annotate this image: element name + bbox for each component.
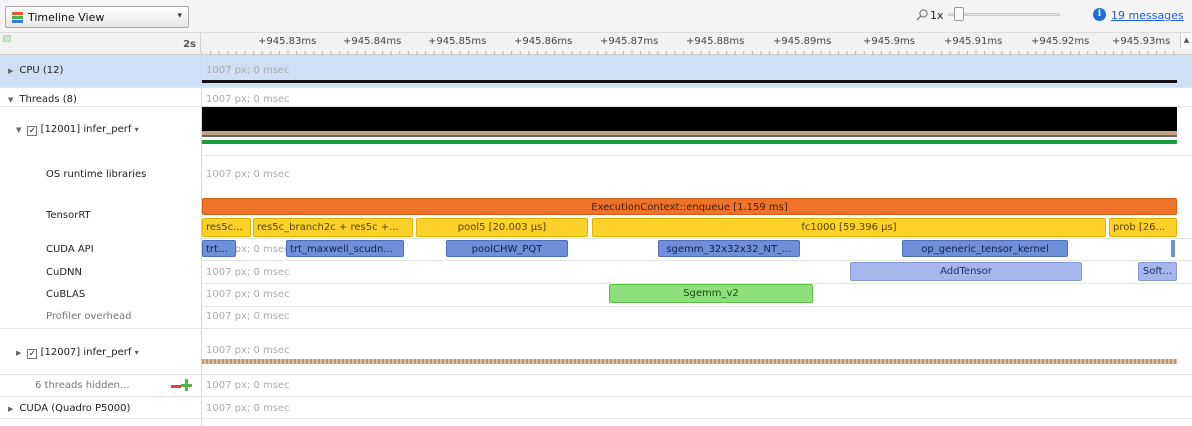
ruler-tick-label: +945.85ms	[428, 36, 487, 47]
ruler-tick-label: +945.92ms	[1031, 36, 1090, 47]
toolbar: Timeline View ▾ 1x i 19 messages	[0, 0, 1192, 33]
ruler-tick-label: +945.88ms	[686, 36, 745, 47]
tensorrt-layer-bar[interactable]: pool5 [20.003 µs]	[416, 218, 588, 237]
ruler-tick-label: +945.9ms	[863, 36, 915, 47]
os-runtime-label: OS runtime libraries	[46, 169, 147, 180]
collapse-arrow-icon[interactable]: ▼	[16, 126, 21, 134]
time-ruler[interactable]: 2s +945.83ms +945.84ms +945.85ms +945.86…	[0, 33, 1192, 55]
thread-activity-bar	[202, 107, 1177, 131]
zoom-icon	[916, 9, 928, 21]
view-selector-label: Timeline View	[28, 11, 105, 24]
threads-row[interactable]: ▼ Threads (8)	[8, 94, 77, 105]
thread-12001-row[interactable]: ▼ ✓ [12001] infer_perf ▾	[16, 124, 139, 136]
cuda-device-label: CUDA (Quadro P5000)	[19, 403, 131, 414]
thread-running-strip	[202, 140, 1177, 144]
cuda-api-call-bar[interactable]: poolCHW_PQT	[446, 240, 568, 257]
cuda-device-row[interactable]: ▶ CUDA (Quadro P5000)	[8, 403, 130, 414]
ruler-tick-label: +945.93ms	[1112, 36, 1171, 47]
tensorrt-layer-bar[interactable]: res5c...	[202, 218, 251, 237]
ruler-tick-label: +945.89ms	[773, 36, 832, 47]
cpu-row-label: CPU (12)	[19, 65, 64, 76]
zoom-slider-handle[interactable]	[954, 7, 964, 21]
ruler-tick-label: +945.84ms	[343, 36, 402, 47]
thread-checkbox[interactable]: ✓	[27, 126, 38, 136]
zoom-level-label: 1x	[930, 9, 944, 22]
cublas-call-bar[interactable]: Sgemm_v2	[609, 284, 813, 303]
cudnn-call-bar[interactable]: AddTensor	[850, 262, 1082, 281]
tensorrt-label: TensorRT	[46, 210, 91, 221]
ruler-corner-marker	[3, 35, 11, 42]
hidden-threads-label[interactable]: 6 threads hidden...	[35, 380, 130, 391]
cublas-placeholder: 1007 px; 0 msec	[206, 289, 290, 300]
chevron-down-icon[interactable]: ▾	[135, 125, 139, 134]
threads-row-label: Threads (8)	[19, 94, 77, 105]
collapse-arrow-icon[interactable]: ▼	[8, 96, 13, 104]
cuda-api-call-bar[interactable]: trt_...	[202, 240, 236, 257]
ruler-origin-label: 2s	[183, 39, 196, 50]
tensorrt-layer-bar[interactable]: prob [26...	[1109, 218, 1177, 237]
cuda-device-placeholder: 1007 px; 0 msec	[206, 403, 290, 414]
thread-12001-label: [12001] infer_perf	[40, 124, 132, 135]
cuda-api-call-bar[interactable]: trt_maxwell_scudn...	[286, 240, 404, 257]
execution-context-bar[interactable]: ExecutionContext::enqueue [1.159 ms]	[202, 198, 1177, 215]
remove-thread-icon[interactable]	[171, 385, 181, 388]
row-divider	[0, 328, 1192, 329]
tensorrt-layer-bar[interactable]: res5c_branch2c + res5c +...	[253, 218, 413, 237]
timeline-view-icon	[12, 12, 23, 23]
ruler-tick-label: +945.91ms	[944, 36, 1003, 47]
tensorrt-layer-bar[interactable]: fc1000 [59.396 µs]	[592, 218, 1106, 237]
thread-checkbox[interactable]: ✓	[27, 349, 38, 359]
row-divider	[0, 418, 1192, 419]
row-divider	[202, 260, 1192, 261]
expand-arrow-icon[interactable]: ▶	[8, 405, 13, 413]
expand-arrow-icon[interactable]: ▶	[16, 349, 21, 357]
thread-12007-placeholder: 1007 px; 0 msec	[206, 345, 290, 356]
thread-12007-label: [12007] infer_perf	[40, 347, 132, 358]
info-icon: i	[1093, 8, 1106, 21]
add-thread-icon-vertical[interactable]	[185, 379, 188, 391]
thread-state-strip	[202, 135, 1177, 137]
scroll-up-button[interactable]: ▲	[1180, 33, 1192, 48]
cudnn-call-bar[interactable]: Soft...	[1138, 262, 1177, 281]
thread-12007-row[interactable]: ▶ ✓ [12007] infer_perf ▾	[16, 347, 139, 359]
chevron-down-icon[interactable]: ▾	[135, 348, 139, 357]
threads-placeholder: 1007 px; 0 msec	[206, 94, 290, 105]
cuda-api-call-bar[interactable]: op_generic_tensor_kernel	[902, 240, 1068, 257]
cuda-api-call-bar[interactable]	[1171, 240, 1175, 257]
row-divider	[0, 87, 1192, 88]
ruler-tick-label: +945.86ms	[514, 36, 573, 47]
cpu-row[interactable]: ▶ CPU (12)	[8, 65, 63, 76]
cpu-activity-bar	[202, 80, 1177, 83]
hidden-placeholder: 1007 px; 0 msec	[206, 380, 290, 391]
row-divider	[202, 155, 1192, 156]
os-runtime-placeholder: 1007 px; 0 msec	[206, 169, 290, 180]
row-divider	[202, 306, 1192, 307]
ruler-tick-label: +945.87ms	[600, 36, 659, 47]
ruler-header: 2s	[0, 33, 201, 55]
messages-link[interactable]: 19 messages	[1111, 9, 1184, 22]
cuda-api-label: CUDA API	[46, 244, 94, 255]
chevron-down-icon: ▾	[177, 11, 182, 21]
zoom-slider[interactable]	[948, 7, 1060, 21]
cudnn-placeholder: 1007 px; 0 msec	[206, 267, 290, 278]
ruler-tick-label: +945.83ms	[258, 36, 317, 47]
profiler-placeholder: 1007 px; 0 msec	[206, 311, 290, 322]
cudnn-label: CuDNN	[46, 267, 82, 278]
row-divider	[0, 374, 1192, 375]
view-selector[interactable]: Timeline View ▾	[5, 6, 189, 28]
row-divider	[202, 238, 1192, 239]
row-divider	[0, 396, 1192, 397]
thread-sampling-strip	[202, 359, 1177, 364]
cublas-label: CuBLAS	[46, 289, 86, 300]
cuda-api-call-bar[interactable]: sgemm_32x32x32_NT_...	[658, 240, 800, 257]
profiler-overhead-label: Profiler overhead	[46, 311, 132, 322]
row-labels-panel	[0, 55, 202, 426]
cpu-placeholder: 1007 px; 0 msec	[206, 65, 290, 76]
zoom-slider-track	[948, 13, 1060, 16]
expand-arrow-icon[interactable]: ▶	[8, 67, 13, 75]
